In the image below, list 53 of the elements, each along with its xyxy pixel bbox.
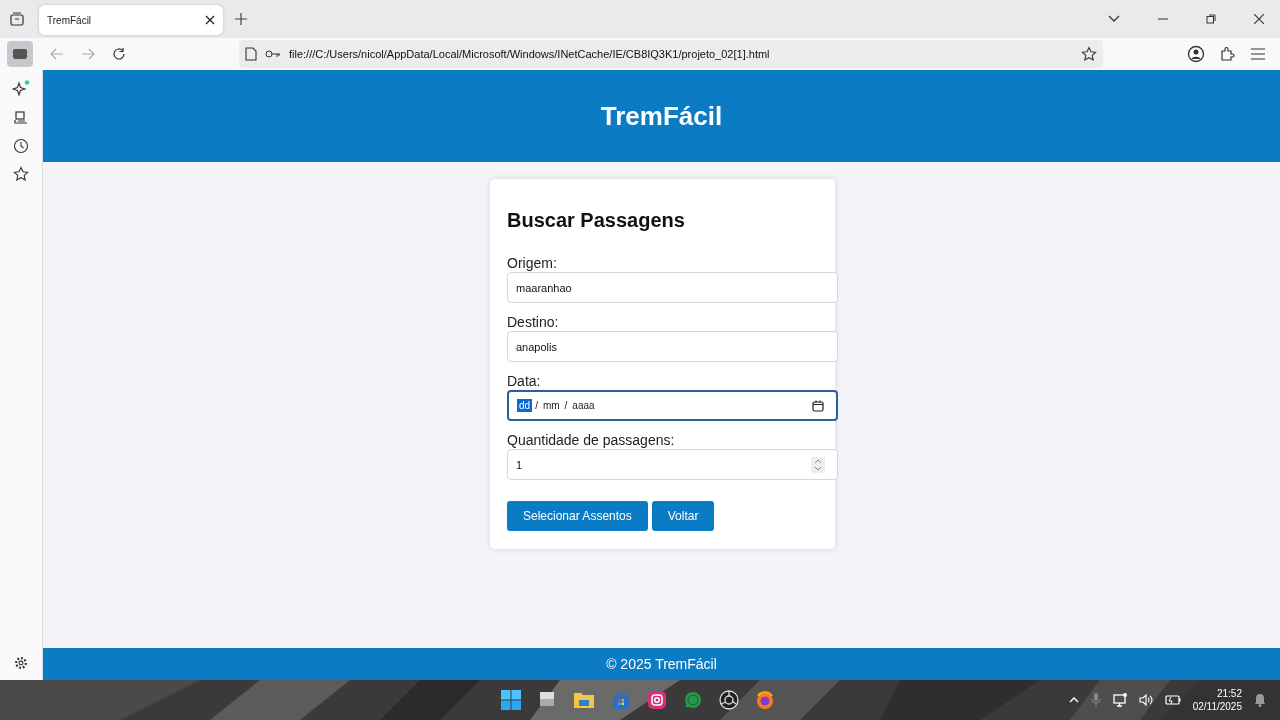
address-bar[interactable]: file:///C:/Users/nicol/AppData/Local/Microsoft/Windows/INetCache/IE/CB8IQ3K1/projeto_02[1].html	[239, 40, 1103, 68]
windows-start-icon[interactable]	[501, 690, 521, 710]
calendar-icon[interactable]	[812, 399, 824, 412]
bell-icon[interactable]	[1254, 693, 1266, 707]
page-icon	[245, 47, 257, 61]
spinner-icon[interactable]	[811, 456, 825, 473]
folder-icon[interactable]	[573, 690, 595, 710]
browser-app-icon[interactable]	[755, 690, 775, 710]
menu-icon[interactable]	[1251, 48, 1265, 60]
key-icon	[265, 50, 281, 58]
sidebar-icon	[12, 48, 28, 60]
settings-icon[interactable]	[14, 656, 28, 670]
reload-icon[interactable]	[112, 47, 126, 61]
form-button[interactable]: Selecionar Assentos	[507, 501, 648, 531]
field-label: Quantidade de passagens:	[507, 432, 676, 448]
form-heading: Buscar Passagens	[507, 209, 686, 232]
chevron-up-icon[interactable]	[1068, 697, 1079, 703]
site-title: TremFácil	[600, 100, 723, 132]
puzzle-icon[interactable]	[1220, 46, 1236, 62]
star-icon[interactable]	[1081, 46, 1097, 62]
date-separator: /	[535, 400, 538, 411]
date-field[interactable]: dd / mm / aaaa	[507, 390, 838, 421]
camera-app-icon[interactable]	[647, 690, 667, 710]
close-icon[interactable]	[205, 15, 215, 25]
chevron-down-icon[interactable]	[1108, 15, 1120, 23]
date-segment[interactable]: dd	[517, 399, 533, 412]
battery-icon[interactable]	[1164, 695, 1181, 705]
date-segment[interactable]: mm	[540, 399, 562, 412]
sparkle-icon[interactable]	[12, 80, 30, 98]
star-icon[interactable]	[13, 166, 29, 182]
sidebar-toggle-button[interactable]	[7, 41, 33, 67]
account-icon[interactable]	[1187, 45, 1205, 63]
input-field[interactable]: anapolis	[507, 331, 838, 362]
field-label: Destino:	[507, 314, 560, 330]
browser-tab[interactable]: TremFácil	[39, 5, 223, 35]
date-segment[interactable]: aaaa	[570, 399, 597, 412]
device-icon[interactable]	[13, 110, 29, 126]
speaker-icon[interactable]	[1138, 694, 1153, 706]
close-icon[interactable]	[1254, 14, 1264, 24]
date-separator: /	[564, 400, 568, 411]
restore-icon[interactable]	[1206, 14, 1216, 24]
field-label: Data:	[507, 373, 542, 389]
input-field[interactable]: maaranhao	[507, 272, 838, 303]
tab-list-icon[interactable]	[9, 11, 25, 27]
chat-app-icon[interactable]	[683, 690, 703, 710]
number-field[interactable]: 1	[507, 449, 838, 480]
form-button[interactable]: Voltar	[651, 501, 715, 531]
aperture-icon[interactable]	[719, 690, 739, 710]
clock-icon[interactable]	[13, 138, 29, 154]
new-tab-icon[interactable]	[235, 13, 247, 25]
copyright-text: © 2025 TremFácil	[606, 656, 717, 672]
monitor-icon[interactable]	[1112, 693, 1127, 707]
field-label: Origem:	[507, 255, 558, 271]
